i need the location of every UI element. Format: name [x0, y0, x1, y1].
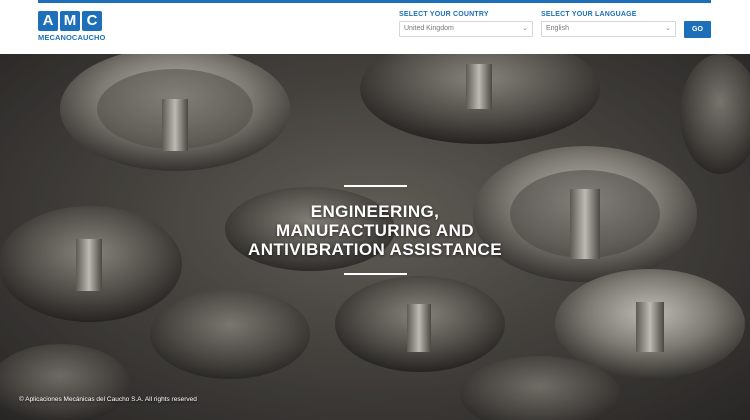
logo-subtitle: MECANOCAUCHO — [38, 33, 106, 42]
country-label: SELECT YOUR COUNTRY — [399, 11, 489, 18]
hero-banner: ENGINEERING, MANUFACTURING AND ANTIVIBRA… — [0, 54, 750, 420]
language-field: SELECT YOUR LANGUAGE English ⌄ — [541, 11, 676, 37]
logo-letter-a: A — [38, 11, 58, 31]
hero-title: ENGINEERING, MANUFACTURING AND ANTIVIBRA… — [200, 202, 550, 259]
country-select[interactable]: United Kingdom ⌄ — [399, 21, 533, 37]
site-header: A M C MECANOCAUCHO SELECT YOUR COUNTRY U… — [0, 0, 750, 54]
go-button[interactable]: GO — [684, 21, 711, 38]
logo-letter-c: C — [82, 11, 102, 31]
hero-divider-top — [344, 185, 407, 187]
country-field: SELECT YOUR COUNTRY United Kingdom ⌄ — [399, 11, 533, 37]
hero-divider-bottom — [344, 273, 407, 275]
copyright-text: © Aplicaciones Mecánicas del Caucho S.A.… — [19, 396, 197, 403]
country-selected-value: United Kingdom — [404, 25, 454, 32]
language-label: SELECT YOUR LANGUAGE — [541, 11, 637, 18]
language-selected-value: English — [546, 25, 569, 32]
header-accent-line — [38, 0, 711, 3]
amc-logo[interactable]: A M C MECANOCAUCHO — [38, 11, 106, 43]
hero-title-line: ANTIVIBRATION ASSISTANCE — [248, 240, 502, 259]
chevron-down-icon: ⌄ — [522, 25, 528, 32]
logo-letters: A M C — [38, 11, 102, 31]
logo-letter-m: M — [60, 11, 80, 31]
page: A M C MECANOCAUCHO SELECT YOUR COUNTRY U… — [0, 0, 750, 420]
hero-title-line: MANUFACTURING AND — [276, 221, 474, 240]
hero-title-line: ENGINEERING, — [310, 202, 440, 221]
chevron-down-icon: ⌄ — [665, 25, 671, 32]
language-select[interactable]: English ⌄ — [541, 21, 676, 37]
